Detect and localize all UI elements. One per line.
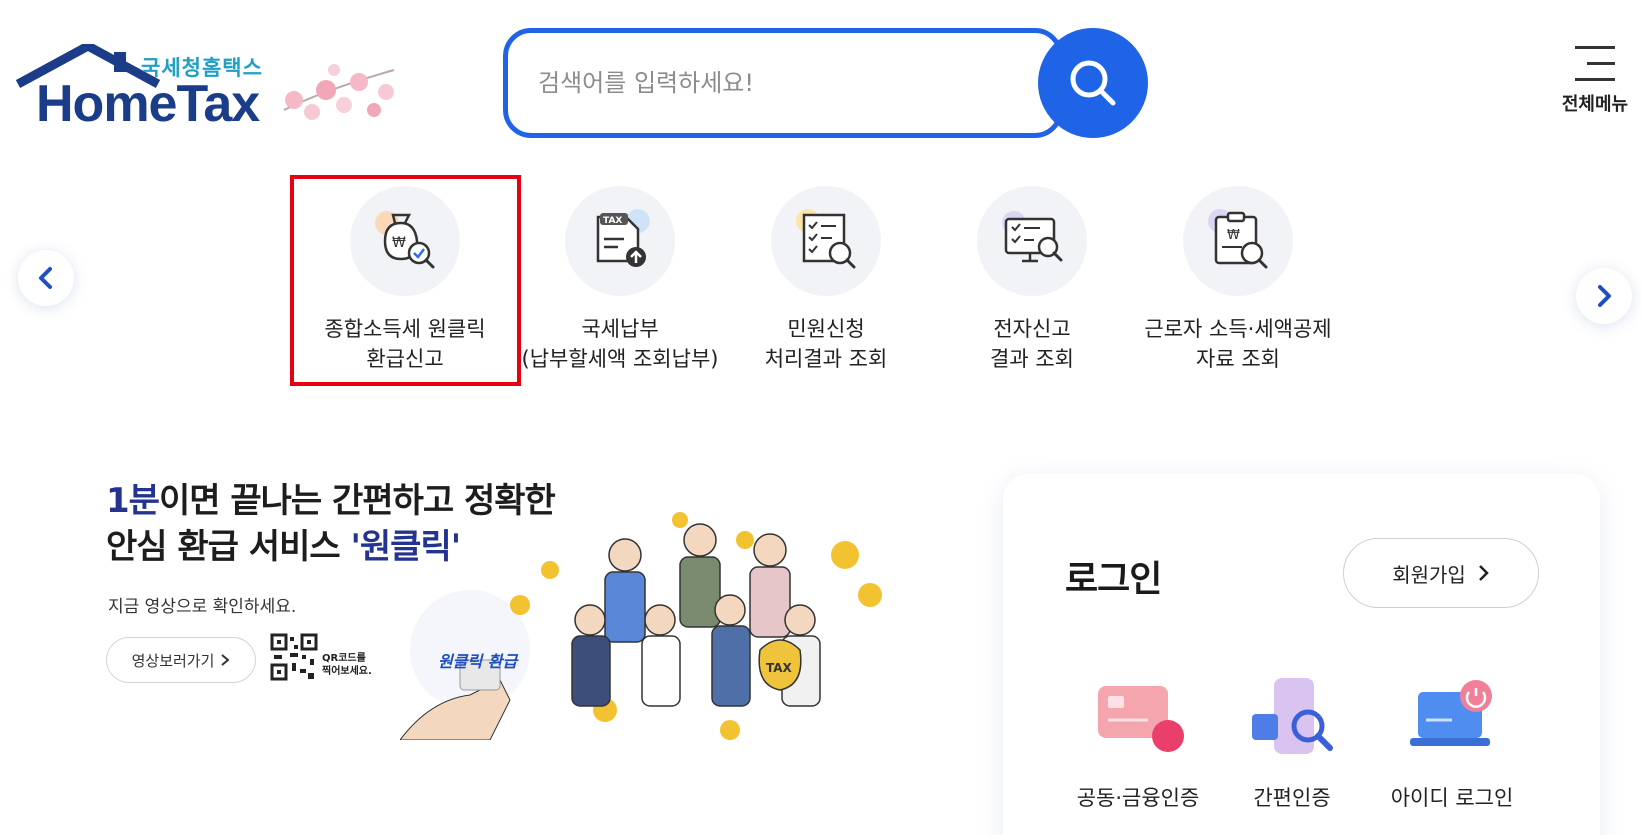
- tax-document-upload-icon: TAX: [596, 209, 650, 267]
- phone-search-icon: [1252, 678, 1333, 754]
- qr-caption: QR코드를 찍어보세요.: [322, 653, 372, 677]
- search-box: [503, 28, 1063, 138]
- quick-menu-label: 근로자 소득·세액공제 자료 조회: [1144, 317, 1332, 371]
- certificate-card-icon: [1098, 686, 1184, 752]
- logo-title: HomeTax: [36, 75, 260, 133]
- carousel-next-button[interactable]: [1576, 268, 1632, 324]
- oneclick-refund-tag: 원클릭 환급: [438, 652, 518, 671]
- qr-code-icon: [270, 633, 318, 681]
- watch-video-label: 영상보러가기: [131, 651, 215, 670]
- hometax-logo[interactable]: 국세청홈택스 HomeTax: [16, 44, 406, 134]
- chevron-right-icon: [1478, 565, 1489, 581]
- checklist-search-icon: [796, 209, 856, 269]
- certificate-login-option[interactable]: 공동·금융인증: [1053, 674, 1223, 812]
- banner-title-line2: 안심 환급 서비스: [106, 527, 351, 567]
- chevron-right-icon: [221, 654, 230, 666]
- signup-label: 회원가입: [1392, 562, 1466, 587]
- chevron-right-icon: [1598, 285, 1611, 307]
- svg-text:₩: ₩: [1227, 228, 1240, 243]
- monitor-search-icon: [1002, 211, 1063, 263]
- quick-menu-item-tax-payment[interactable]: TAX 국세납부 (납부할세액 조회납부): [515, 186, 725, 374]
- hamburger-icon: [1575, 46, 1615, 81]
- highlight-box: [290, 175, 521, 386]
- simple-auth-login-option[interactable]: 간편인증: [1207, 674, 1377, 812]
- oneclick-refund-illustration: TAX: [400, 512, 882, 740]
- quick-menu-label: 민원신청 처리결과 조회: [764, 317, 888, 371]
- id-login-option[interactable]: 아이디 로그인: [1367, 674, 1537, 812]
- cherry-blossom-icon: [283, 64, 395, 120]
- login-option-label: 아이디 로그인: [1390, 786, 1514, 810]
- quick-menu-item-worker-deduction[interactable]: ₩ 근로자 소득·세액공제 자료 조회: [1133, 186, 1343, 374]
- laptop-power-icon: [1410, 680, 1492, 746]
- all-menu-label: 전체메뉴: [1561, 94, 1629, 115]
- chevron-left-icon: [39, 267, 52, 289]
- svg-text:TAX: TAX: [766, 661, 793, 675]
- carousel-prev-button[interactable]: [18, 250, 74, 306]
- svg-text:TAX: TAX: [603, 216, 622, 226]
- search-icon: [1070, 60, 1116, 106]
- login-panel: 로그인 회원가입 공동·금융인증 간편인증 아이디 로그인: [1003, 474, 1600, 835]
- login-title: 로그인: [1065, 559, 1162, 600]
- signup-button[interactable]: 회원가입: [1343, 538, 1539, 608]
- banner-description: 지금 영상으로 확인하세요.: [108, 597, 297, 617]
- quick-menu-item-e-filing[interactable]: 전자신고 결과 조회: [927, 186, 1137, 374]
- clipboard-search-icon: ₩: [1208, 209, 1268, 269]
- all-menu-button[interactable]: 전체메뉴: [1550, 42, 1640, 132]
- search-button[interactable]: [1038, 28, 1148, 138]
- watch-video-button[interactable]: 영상보러가기: [106, 637, 256, 683]
- quick-menu-label: 전자신고 결과 조회: [990, 317, 1074, 371]
- login-option-label: 간편인증: [1253, 786, 1331, 810]
- login-option-label: 공동·금융인증: [1076, 786, 1200, 810]
- banner-title-highlight: 1분: [106, 481, 160, 521]
- quick-menu-item-civil-petition[interactable]: 민원신청 처리결과 조회: [721, 186, 931, 374]
- search-input[interactable]: [538, 63, 998, 103]
- quick-menu-label: 국세납부 (납부할세액 조회납부): [521, 317, 719, 371]
